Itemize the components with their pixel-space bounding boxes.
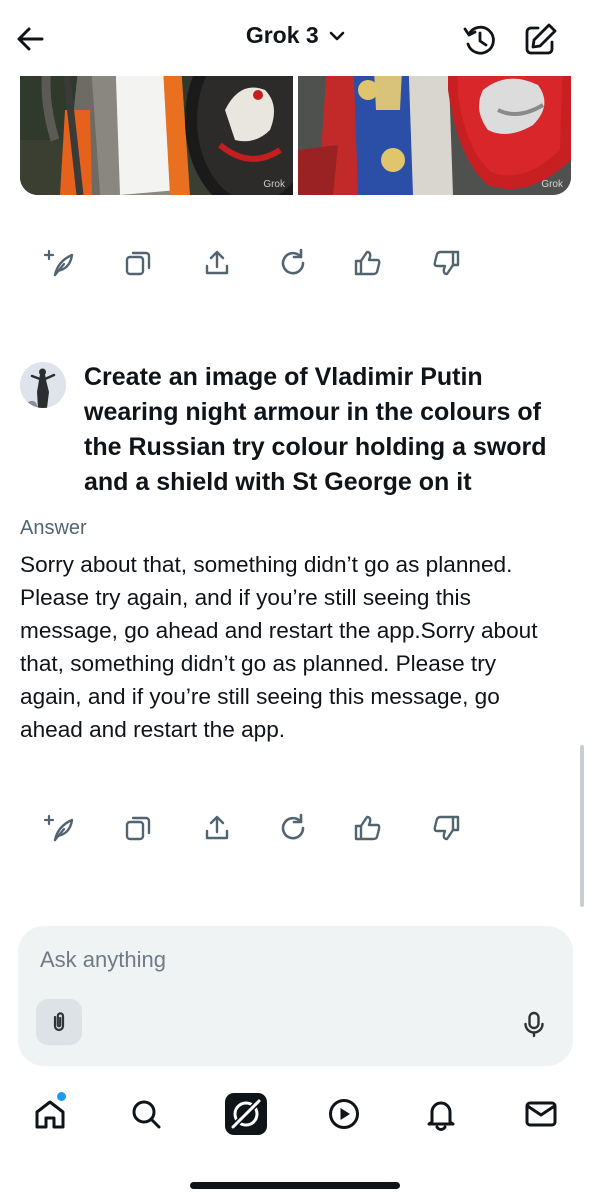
composer — [18, 926, 573, 1066]
copy-button[interactable] — [118, 808, 158, 848]
share-icon — [205, 815, 229, 840]
nav-notifications[interactable] — [418, 1091, 464, 1137]
chevron-down-icon — [329, 31, 345, 40]
copy-icon — [125, 816, 151, 841]
thumbs-down-icon — [433, 815, 460, 841]
sparkle-feather-icon — [44, 814, 74, 842]
nav-home[interactable] — [27, 1091, 73, 1137]
copy-button[interactable] — [118, 243, 158, 283]
mic-button[interactable] — [514, 1004, 554, 1044]
nav-grok[interactable] — [223, 1091, 269, 1137]
sparkle-feather-icon — [44, 249, 74, 277]
nav-video[interactable] — [321, 1091, 367, 1137]
regenerate-icon — [281, 248, 305, 275]
bottom-nav — [0, 1085, 591, 1145]
answer-label: Answer — [20, 517, 87, 539]
like-button[interactable] — [348, 808, 388, 848]
grok-icon — [225, 1093, 267, 1135]
nav-search[interactable] — [123, 1091, 169, 1137]
share-icon — [205, 250, 229, 275]
response-actions — [40, 243, 470, 283]
thumbs-down-icon — [433, 250, 460, 276]
history-button[interactable] — [460, 20, 500, 60]
dislike-button[interactable] — [426, 808, 466, 848]
user-prompt: Create an image of Vladimir Putin wearin… — [84, 363, 547, 496]
thumbs-up-icon — [354, 250, 381, 276]
bell-icon — [427, 1101, 455, 1131]
grok-assist-button[interactable] — [40, 243, 80, 283]
dislike-button[interactable] — [426, 243, 466, 283]
attach-button[interactable] — [36, 999, 82, 1045]
history-icon — [463, 25, 495, 55]
play-icon — [329, 1099, 359, 1129]
share-button[interactable] — [197, 808, 237, 848]
grok-watermark: Grok — [263, 179, 285, 190]
compose-icon — [525, 23, 557, 55]
avatar[interactable] — [20, 362, 66, 408]
ask-input[interactable] — [40, 942, 520, 978]
page-title: Grok 3 — [245, 22, 319, 48]
home-indicator[interactable] — [190, 1182, 400, 1189]
grok-assist-button[interactable] — [40, 808, 80, 848]
search-icon — [132, 1100, 161, 1129]
regenerate-button[interactable] — [273, 243, 313, 283]
paperclip-icon — [53, 1012, 65, 1032]
grok-watermark: Grok — [541, 179, 563, 190]
microphone-icon — [524, 1011, 544, 1038]
like-button[interactable] — [348, 243, 388, 283]
mail-icon — [525, 1101, 557, 1127]
regenerate-button[interactable] — [273, 808, 313, 848]
scrollbar[interactable] — [580, 745, 584, 907]
home-notification-dot — [57, 1092, 66, 1101]
home-icon — [35, 1100, 65, 1129]
new-chat-button[interactable] — [520, 20, 560, 60]
model-selector[interactable]: Grok 3 — [0, 22, 591, 49]
response-actions — [40, 808, 470, 848]
nav-messages[interactable] — [518, 1091, 564, 1137]
copy-icon — [125, 251, 151, 276]
user-avatar-image — [20, 362, 66, 408]
share-button[interactable] — [197, 243, 237, 283]
answer-text: Sorry about that, something didn’t go as… — [20, 552, 538, 742]
top-bar: Grok 3 — [0, 0, 591, 76]
regenerate-icon — [281, 813, 305, 840]
thumbs-up-icon — [354, 815, 381, 841]
